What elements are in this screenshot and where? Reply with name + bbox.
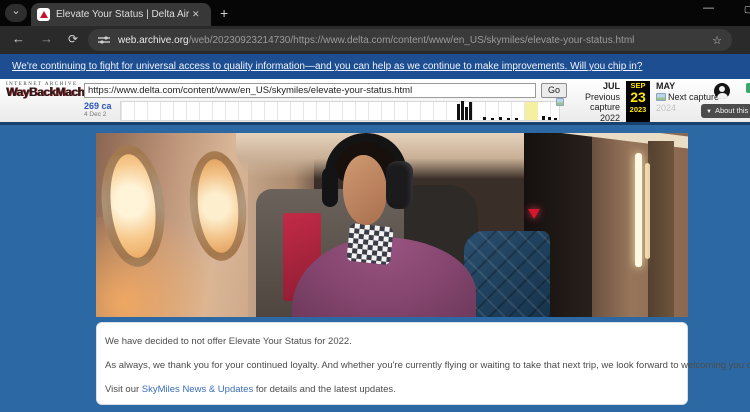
browser-window: ⌄ Elevate Your Status | Delta Air Li ✕ +… bbox=[0, 0, 750, 412]
previous-capture-year: 2022 bbox=[556, 113, 620, 123]
chevron-down-icon: ⌄ bbox=[11, 5, 20, 17]
capture-sparkline[interactable] bbox=[120, 101, 560, 121]
browser-toolbar: ← → ⟳ web.archive.org/web/20230923214730… bbox=[0, 26, 750, 54]
user-profile-icon[interactable] bbox=[714, 83, 730, 99]
site-settings-icon[interactable] bbox=[98, 35, 110, 45]
current-capture-datebox: SEP 23 2023 bbox=[626, 81, 650, 122]
tab-search-chevron-button[interactable]: ⌄ bbox=[5, 4, 27, 22]
current-capture-day: 23 bbox=[626, 90, 650, 105]
previous-capture-block[interactable]: JUL Previous capture 2022 bbox=[556, 81, 620, 123]
capture-thumbnail-icon bbox=[556, 98, 564, 106]
donation-banner-link[interactable]: We're continuing to fight for universal … bbox=[12, 61, 642, 72]
wayback-machine-logo[interactable]: INTERNET ARCHIVE WayBackMachine bbox=[6, 82, 82, 98]
headphone-ear-cup bbox=[386, 161, 413, 209]
clipped-edge-icon bbox=[746, 83, 750, 93]
wayback-url-input[interactable] bbox=[84, 83, 536, 98]
donation-banner: We're continuing to fight for universal … bbox=[0, 54, 750, 79]
delta-widget-logo bbox=[528, 209, 540, 219]
bookmark-star-icon[interactable]: ☆ bbox=[712, 34, 722, 47]
new-tab-button[interactable]: + bbox=[220, 5, 228, 21]
url-text: web.archive.org/web/20230923214730/https… bbox=[118, 35, 706, 46]
address-bar[interactable]: web.archive.org/web/20230923214730/https… bbox=[88, 29, 732, 51]
browser-tab[interactable]: Elevate Your Status | Delta Air Li ✕ bbox=[31, 3, 211, 26]
announcement-line-3: Visit our SkyMiles News & Updates for de… bbox=[105, 384, 679, 395]
dropdown-arrow-icon: ▼ bbox=[706, 109, 712, 115]
previous-capture-month: JUL bbox=[556, 81, 620, 91]
forward-button[interactable]: → bbox=[40, 31, 53, 46]
capture-thumbnail-icon bbox=[656, 93, 666, 101]
tab-title: Elevate Your Status | Delta Air Li bbox=[56, 9, 190, 20]
wayback-logo-text: WayBackMachine bbox=[6, 87, 82, 98]
next-capture-link[interactable]: Next capture bbox=[668, 92, 719, 102]
current-capture-year: 2023 bbox=[626, 105, 650, 114]
url-host: web.archive.org bbox=[118, 35, 189, 46]
wayback-toolbar: INTERNET ARCHIVE WayBackMachine Go 269 c… bbox=[0, 79, 750, 125]
previous-capture-link[interactable]: Previous capture bbox=[566, 92, 620, 112]
checkered-shirt-collar bbox=[346, 223, 394, 265]
about-this-capture-button[interactable]: ▼About this capture bbox=[701, 104, 750, 118]
captures-summary[interactable]: 269 ca 4 Dec 2 bbox=[84, 101, 120, 118]
sparkline-current-highlight bbox=[525, 102, 538, 120]
captures-date-range: 4 Dec 2 bbox=[84, 111, 120, 118]
about-this-capture-label: About this capture bbox=[715, 106, 750, 115]
window-maximize-button[interactable]: ▢ bbox=[744, 4, 750, 15]
tab-strip: ⌄ Elevate Your Status | Delta Air Li ✕ +… bbox=[0, 0, 750, 26]
announcement-line-3-prefix: Visit our bbox=[105, 384, 142, 395]
announcement-line-3-suffix: for details and the latest updates. bbox=[253, 384, 396, 395]
delta-favicon-icon bbox=[37, 8, 50, 21]
blue-quilted-seat bbox=[464, 231, 550, 317]
hero-image-man-with-headphones-in-delta-cabin bbox=[96, 133, 688, 317]
next-capture-month: MAY bbox=[656, 81, 746, 91]
url-path: /web/20230923214730/https://www.delta.co… bbox=[189, 35, 635, 46]
archived-page: We have decided to not offer Elevate You… bbox=[0, 128, 750, 412]
light-strip bbox=[635, 153, 642, 267]
skymiles-news-updates-link[interactable]: SkyMiles News & Updates bbox=[142, 384, 253, 395]
tab-close-icon[interactable]: ✕ bbox=[192, 9, 200, 20]
reload-button[interactable]: ⟳ bbox=[68, 32, 78, 46]
light-strip bbox=[645, 163, 650, 259]
man-face bbox=[343, 155, 387, 225]
cabin-pillar bbox=[648, 141, 674, 317]
announcement-line-2: As always, we thank you for your continu… bbox=[105, 360, 679, 371]
back-button[interactable]: ← bbox=[12, 31, 25, 46]
captures-count-link[interactable]: 269 ca bbox=[84, 101, 120, 111]
announcement-line-1: We have decided to not offer Elevate You… bbox=[105, 336, 679, 347]
window-minimize-button[interactable]: — bbox=[703, 2, 714, 14]
headphone-ear-cup bbox=[322, 167, 338, 207]
announcement-card: We have decided to not offer Elevate You… bbox=[96, 322, 688, 405]
